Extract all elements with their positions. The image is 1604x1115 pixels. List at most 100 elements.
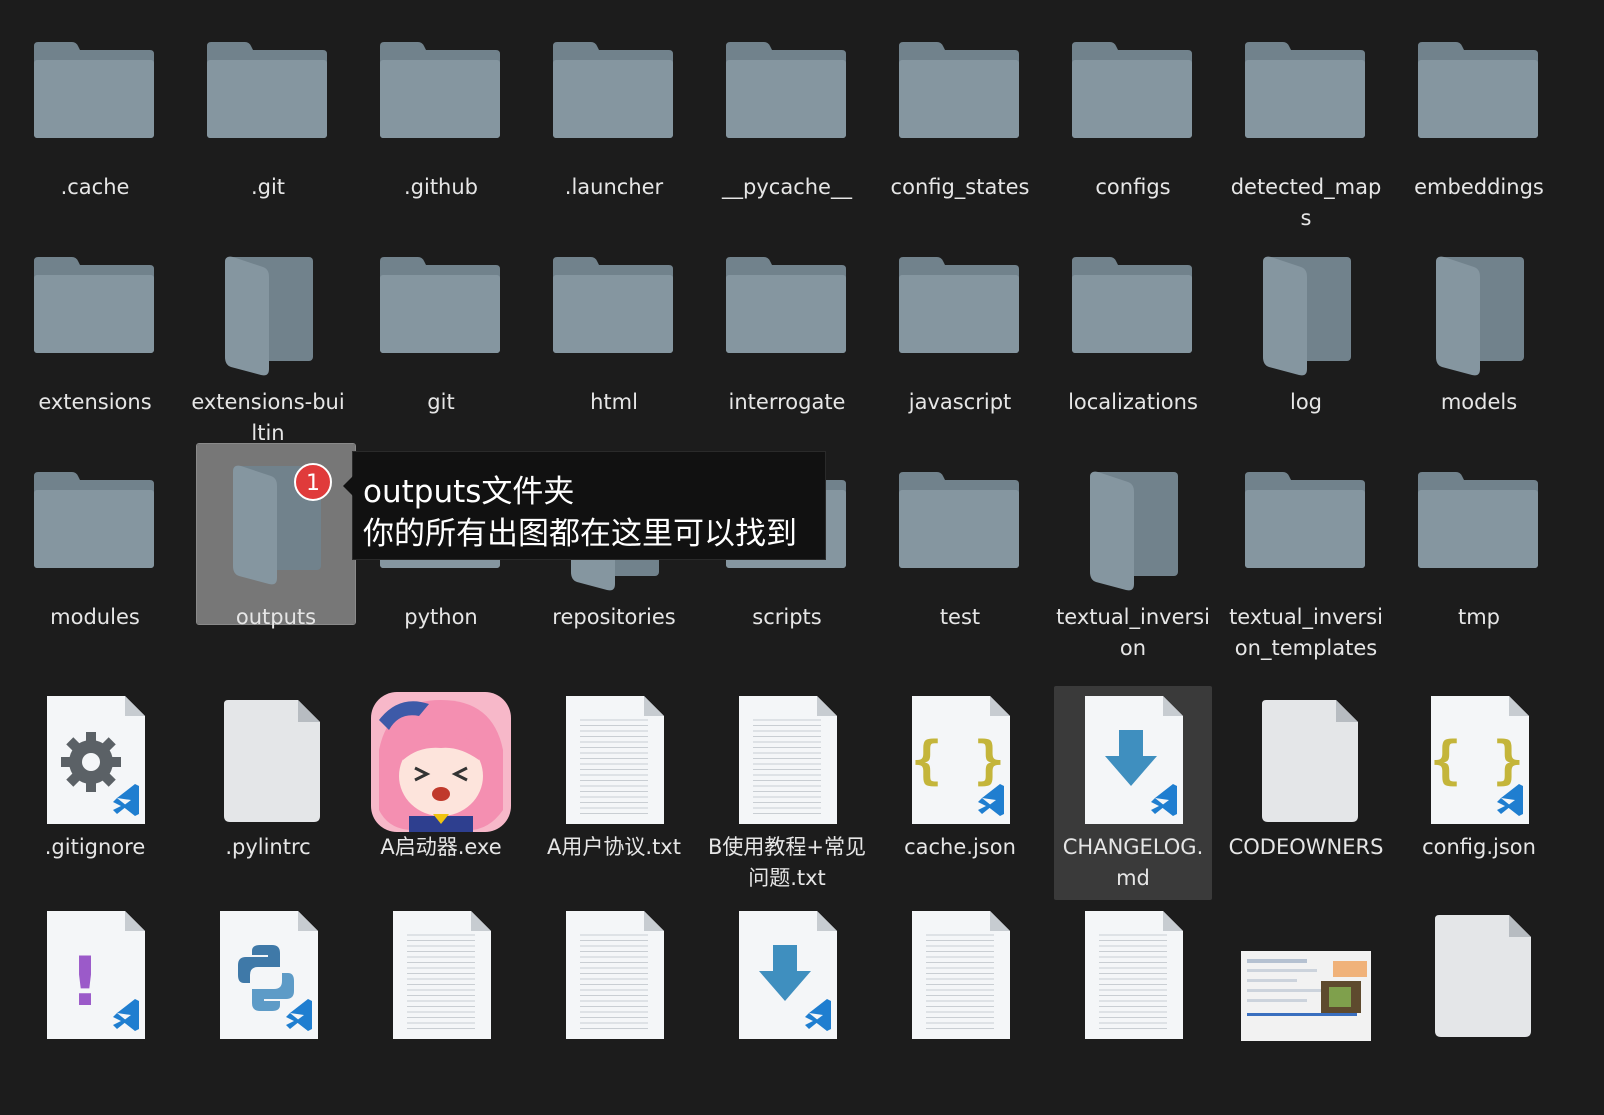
tooltip-title: outputs文件夹 <box>363 474 575 510</box>
file-item[interactable]: test <box>881 444 1039 629</box>
file-icon <box>33 690 157 834</box>
file-icon: { } <box>1417 690 1541 834</box>
file-item[interactable]: __pycache__ <box>708 14 866 199</box>
file-item[interactable] <box>881 901 1039 1115</box>
folder-icon <box>1243 40 1367 144</box>
file-item[interactable]: .git <box>189 14 347 199</box>
file-name: repositories <box>552 605 676 629</box>
folder-icon <box>378 255 502 359</box>
file-item[interactable] <box>362 901 520 1115</box>
folder-icon <box>1416 470 1540 574</box>
svg-text:{ }: { } <box>1430 731 1524 791</box>
file-item[interactable]: textual_inversion <box>1054 444 1212 660</box>
file-item[interactable]: extensions <box>16 229 174 414</box>
file-item[interactable]: models <box>1400 229 1558 414</box>
file-item[interactable]: .github <box>362 14 520 199</box>
file-icon <box>1071 690 1195 834</box>
folder-icon <box>1243 470 1367 574</box>
folder-icon <box>897 470 1021 574</box>
file-item[interactable]: detected_maps <box>1227 14 1385 230</box>
app-icon <box>369 690 513 838</box>
file-item[interactable]: A用户协议.txt <box>535 686 693 900</box>
file-name: extensions <box>38 390 152 414</box>
folder-icon <box>724 255 848 359</box>
file-item[interactable]: A启动器.exe <box>362 686 520 900</box>
file-name: detected_maps <box>1230 175 1382 230</box>
file-item[interactable]: html <box>535 229 693 414</box>
file-name: .gitignore <box>44 835 146 859</box>
folder-icon <box>205 40 329 144</box>
file-item[interactable]: .pylintrc <box>189 686 347 900</box>
file-item[interactable]: .gitignore <box>16 686 174 900</box>
file-name: models <box>1440 390 1518 414</box>
file-name: .github <box>403 175 479 199</box>
file-item[interactable]: .launcher <box>535 14 693 199</box>
file-name: textual_inversion <box>1056 605 1210 660</box>
folder-icon <box>897 255 1021 359</box>
file-name: extensions-builtin <box>191 390 345 445</box>
file-name: log <box>1289 390 1322 414</box>
file-item[interactable]: .cache <box>16 14 174 199</box>
file-icon <box>1071 905 1195 1049</box>
file-item[interactable]: modules <box>16 444 174 629</box>
file-item[interactable]: embeddings <box>1400 14 1558 199</box>
file-icon: ! <box>33 905 157 1049</box>
folder-icon <box>551 40 675 144</box>
file-icon <box>206 905 330 1049</box>
file-item[interactable]: textual_inversion_templates <box>1227 444 1385 660</box>
file-item[interactable]: config_states <box>881 14 1039 199</box>
file-item[interactable]: ! <box>16 901 174 1115</box>
folder-icon <box>1070 255 1194 359</box>
file-item[interactable] <box>1054 901 1212 1115</box>
file-item[interactable] <box>1227 901 1385 1115</box>
file-icon <box>898 905 1022 1049</box>
file-item[interactable]: log <box>1227 229 1385 414</box>
file-item[interactable] <box>189 901 347 1115</box>
file-name: __pycache__ <box>722 175 852 199</box>
folder-icon <box>378 40 502 144</box>
file-name: .git <box>250 175 286 199</box>
file-item[interactable]: localizations <box>1054 229 1212 414</box>
file-item[interactable]: git <box>362 229 520 414</box>
folder-icon <box>1070 40 1194 144</box>
file-name: outputs <box>235 605 317 629</box>
folder-icon <box>724 40 848 144</box>
file-icon <box>1417 905 1541 1049</box>
file-item[interactable]: interrogate <box>708 229 866 414</box>
file-name: html <box>590 390 638 414</box>
svg-text:{ }: { } <box>911 731 1005 791</box>
file-item[interactable]: CHANGELOG.md <box>1054 686 1212 900</box>
file-name: config_states <box>890 175 1030 199</box>
file-item[interactable] <box>708 901 866 1115</box>
file-name: interrogate <box>728 390 846 414</box>
file-item[interactable] <box>1400 901 1558 1115</box>
file-name: test <box>939 605 981 629</box>
file-item[interactable]: tmp <box>1400 444 1558 629</box>
file-item[interactable]: { } cache.json <box>881 686 1039 900</box>
step-badge: 1 <box>294 463 332 501</box>
file-icon <box>552 690 676 834</box>
file-name: B使用教程+常见问题.txt <box>708 835 867 890</box>
file-name: localizations <box>1068 390 1198 414</box>
tooltip-description: 你的所有出图都在这里可以找到 <box>363 516 797 552</box>
folder-icon <box>32 40 156 144</box>
folder-icon <box>1416 40 1540 144</box>
file-item[interactable]: outputs <box>196 443 356 629</box>
svg-text:!: ! <box>69 943 100 1022</box>
folder-icon <box>1410 249 1534 383</box>
file-item[interactable]: extensions-builtin <box>189 229 347 445</box>
folder-icon <box>897 40 1021 144</box>
tooltip: outputs文件夹 你的所有出图都在这里可以找到 <box>343 451 826 560</box>
file-item[interactable]: javascript <box>881 229 1039 414</box>
folder-icon <box>1237 249 1361 383</box>
file-item[interactable]: { } config.json <box>1400 686 1558 900</box>
file-icon <box>725 905 849 1049</box>
file-name: modules <box>50 605 140 629</box>
file-item[interactable]: CODEOWNERS <box>1227 686 1385 900</box>
file-icon: { } <box>898 690 1022 834</box>
folder-icon <box>32 255 156 359</box>
file-item[interactable]: configs <box>1054 14 1212 199</box>
file-item[interactable]: B使用教程+常见问题.txt <box>708 686 866 900</box>
file-item[interactable] <box>535 901 693 1115</box>
file-icon <box>552 905 676 1049</box>
